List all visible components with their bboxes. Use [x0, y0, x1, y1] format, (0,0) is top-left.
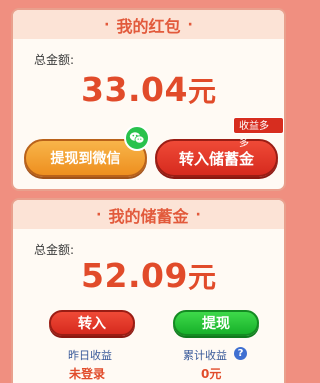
earnings-badge: 收益多多: [233, 117, 284, 149]
savings-amount-value: 52.09: [81, 256, 188, 295]
red-packet-amount-unit: 元: [187, 75, 216, 108]
savings-title: 我的储蓄金: [108, 206, 189, 226]
title-dot-left: ·: [96, 206, 102, 223]
title-dot-right: ·: [187, 16, 193, 33]
red-packet-header: · 我的红包 ·: [13, 10, 284, 39]
savings-amount-unit: 元: [187, 261, 216, 294]
savings-withdraw-label: 提现: [202, 316, 230, 332]
title-dot-right: ·: [195, 206, 201, 223]
withdraw-to-wechat-label: 提现到微信: [50, 151, 121, 167]
cumulative-earnings-label: 累计收益: [183, 349, 227, 362]
savings-amount: 52.09元: [13, 256, 284, 296]
wechat-icon: [124, 125, 150, 151]
yesterday-earnings-label: 昨日收益: [68, 349, 112, 362]
transfer-in-button[interactable]: 转入: [49, 310, 135, 336]
transfer-in-label: 转入: [78, 316, 106, 332]
savings-header: · 我的储蓄金 ·: [13, 200, 284, 229]
red-packet-card: · 我的红包 · 总金额: 33.04元 提现到微信 转入储蓄金 收益多多: [11, 8, 286, 191]
red-packet-amount: 33.04元: [13, 70, 284, 110]
cumulative-earnings-value: 0元: [201, 367, 222, 381]
yesterday-earnings-value: 未登录: [69, 367, 106, 381]
red-packet-total-label: 总金额:: [34, 53, 75, 67]
red-packet-amount-value: 33.04: [81, 70, 188, 109]
savings-withdraw-button[interactable]: 提现: [173, 310, 259, 336]
help-icon[interactable]: ?: [234, 347, 247, 360]
savings-card: · 我的储蓄金 · 总金额: 52.09元 转入 提现 昨日收益 未登录 累计收…: [11, 198, 286, 383]
transfer-to-savings-button[interactable]: 转入储蓄金: [155, 139, 278, 177]
red-packet-title: 我的红包: [116, 16, 181, 36]
title-dot-left: ·: [104, 16, 110, 33]
